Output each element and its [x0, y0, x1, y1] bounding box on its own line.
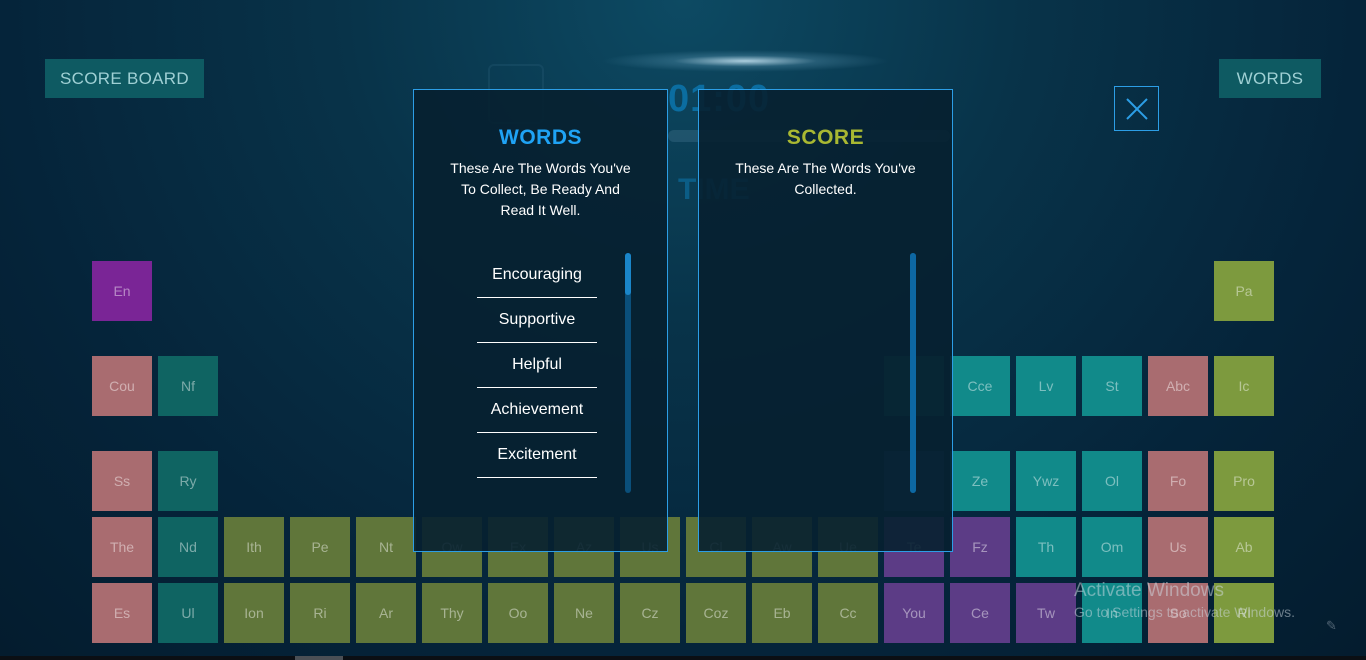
words-panel: WORDS These Are The Words You've To Coll…: [413, 89, 668, 552]
horizontal-scrollbar[interactable]: [0, 656, 1366, 660]
pen-icon: ✎: [1326, 618, 1337, 633]
element-tile[interactable]: Ar: [356, 583, 416, 643]
element-tile[interactable]: Cou: [92, 356, 152, 416]
element-tile[interactable]: Ic: [1214, 356, 1274, 416]
words-panel-description: These Are The Words You've To Collect, B…: [450, 160, 631, 218]
element-tile[interactable]: Coz: [686, 583, 746, 643]
element-tile[interactable]: Ol: [1082, 451, 1142, 511]
element-tile[interactable]: Lv: [1016, 356, 1076, 416]
element-tile[interactable]: Nf: [158, 356, 218, 416]
element-tile[interactable]: Ion: [224, 583, 284, 643]
horizontal-scrollbar-thumb[interactable]: [295, 656, 343, 660]
words-button[interactable]: WORDS: [1219, 59, 1321, 98]
score-panel-description: These Are The Words You've Collected.: [735, 160, 916, 197]
activate-windows-title: Activate Windows: [1074, 580, 1224, 601]
element-tile[interactable]: Pa: [1214, 261, 1274, 321]
word-item[interactable]: Helpful: [477, 343, 597, 388]
element-tile[interactable]: Ul: [158, 583, 218, 643]
element-tile[interactable]: Ith: [224, 517, 284, 577]
element-tile[interactable]: Ss: [92, 451, 152, 511]
score-board-button[interactable]: SCORE BOARD: [45, 59, 204, 98]
header-glow: [600, 50, 890, 72]
element-tile[interactable]: Fz: [950, 517, 1010, 577]
score-panel-title: SCORE: [786, 126, 865, 149]
score-panel: SCORE These Are The Words You've Collect…: [698, 89, 953, 552]
element-tile[interactable]: Nt: [356, 517, 416, 577]
element-tile[interactable]: Cc: [818, 583, 878, 643]
element-tile[interactable]: Thy: [422, 583, 482, 643]
word-item[interactable]: Supportive: [477, 298, 597, 343]
words-scrollbar[interactable]: [625, 253, 631, 493]
element-tile[interactable]: Ri: [290, 583, 350, 643]
element-tile[interactable]: Cce: [950, 356, 1010, 416]
element-tile[interactable]: Es: [92, 583, 152, 643]
element-tile[interactable]: Om: [1082, 517, 1142, 577]
close-icon: [1125, 97, 1148, 120]
element-tile[interactable]: Fo: [1148, 451, 1208, 511]
activate-windows-subtitle: Go to Settings to activate Windows.: [1074, 604, 1295, 620]
element-tile[interactable]: En: [92, 261, 152, 321]
words-panel-title: WORDS: [499, 126, 582, 149]
element-tile[interactable]: Th: [1016, 517, 1076, 577]
element-tile[interactable]: Ne: [554, 583, 614, 643]
element-tile[interactable]: You: [884, 583, 944, 643]
score-scrollbar-thumb[interactable]: [910, 253, 916, 493]
element-tile[interactable]: Tw: [1016, 583, 1076, 643]
element-tile[interactable]: Nd: [158, 517, 218, 577]
element-tile[interactable]: Ce: [950, 583, 1010, 643]
word-list: Encouraging Supportive Helpful Achieveme…: [477, 253, 597, 478]
word-item[interactable]: Achievement: [477, 388, 597, 433]
element-tile[interactable]: Pe: [290, 517, 350, 577]
element-tile[interactable]: Abc: [1148, 356, 1208, 416]
element-tile[interactable]: Us: [1148, 517, 1208, 577]
element-tile[interactable]: Ywz: [1016, 451, 1076, 511]
element-tile[interactable]: Ab: [1214, 517, 1274, 577]
element-tile[interactable]: Oo: [488, 583, 548, 643]
element-tile[interactable]: Pro: [1214, 451, 1274, 511]
element-tile[interactable]: The: [92, 517, 152, 577]
word-item[interactable]: Encouraging: [477, 253, 597, 298]
element-tile[interactable]: Ze: [950, 451, 1010, 511]
element-tile[interactable]: Ry: [158, 451, 218, 511]
words-scrollbar-thumb[interactable]: [625, 253, 631, 295]
element-tile[interactable]: Eb: [752, 583, 812, 643]
element-tile[interactable]: St: [1082, 356, 1142, 416]
score-scrollbar[interactable]: [910, 253, 916, 493]
element-tile[interactable]: Cz: [620, 583, 680, 643]
close-button[interactable]: [1114, 86, 1159, 131]
word-item[interactable]: Excitement: [477, 433, 597, 478]
